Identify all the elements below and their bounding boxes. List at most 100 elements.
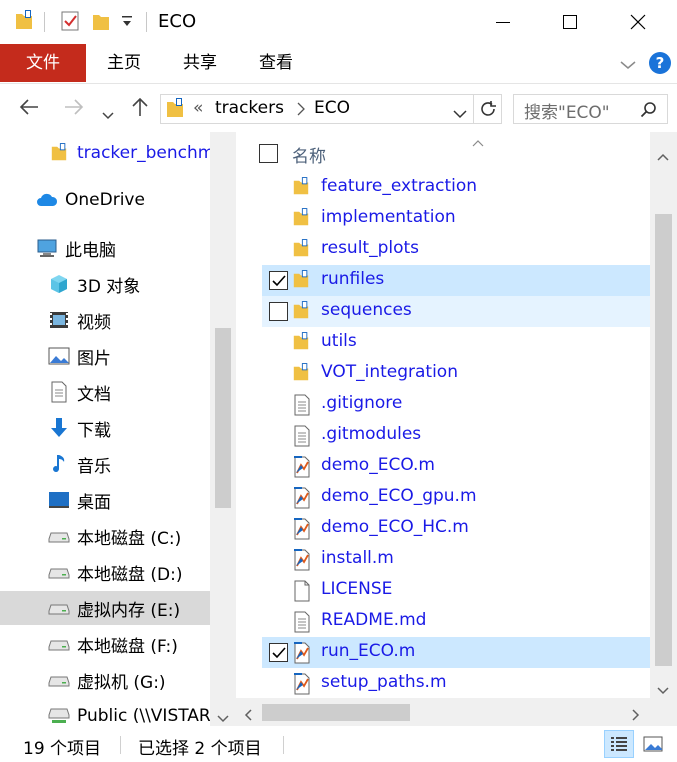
nav-item-桌面[interactable]: 桌面 [0, 483, 210, 517]
navigation-pane: tracker_benchmark OneDrive 此电脑 3D 对象视频图片文档下… [0, 132, 236, 728]
row-checkbox[interactable] [269, 271, 288, 290]
file-icon [292, 580, 312, 602]
new-folder-icon[interactable] [92, 10, 110, 32]
search-input[interactable]: 搜索"ECO" [513, 94, 668, 124]
row-checkbox[interactable] [269, 643, 288, 662]
scroll-up-icon[interactable] [657, 146, 669, 165]
nav-item-图片[interactable]: 图片 [0, 339, 210, 373]
nav-item-tracker-benchmark[interactable]: tracker_benchmark [0, 136, 210, 170]
file-row[interactable]: feature_extraction [262, 172, 650, 203]
file-row[interactable]: .gitignore [262, 389, 650, 420]
selected-count: 已选择 2 个项目 [138, 739, 262, 759]
address-bar[interactable]: « trackers ECO [160, 94, 502, 124]
nav-item-label: tracker_benchmark [77, 143, 210, 163]
file-row[interactable]: LICENSE [262, 575, 650, 606]
nav-item-label: 虚拟机 (G:) [77, 672, 166, 693]
recent-locations-button[interactable] [102, 102, 114, 126]
file-row[interactable]: result_plots [262, 234, 650, 265]
address-dropdown-icon[interactable] [453, 104, 467, 123]
forward-button[interactable] [63, 96, 85, 123]
nav-scrollbar-thumb[interactable] [215, 328, 231, 508]
file-icon [292, 425, 312, 447]
file-row[interactable]: demo_ECO_HC.m [262, 513, 650, 544]
maximize-icon [563, 15, 577, 29]
refresh-icon[interactable] [479, 99, 497, 123]
tab-share[interactable]: 共享 [170, 44, 230, 82]
drive-icon [48, 633, 70, 655]
file-name: .gitmodules [321, 424, 422, 444]
file-row[interactable]: runfiles [262, 265, 650, 296]
file-row[interactable]: .gitmodules [262, 420, 650, 451]
nav-item-本地磁盘-d[interactable]: 本地磁盘 (D:) [0, 555, 210, 589]
scroll-right-icon[interactable] [632, 706, 640, 725]
scroll-left-icon[interactable] [244, 706, 252, 725]
select-all-checkbox[interactable] [259, 144, 278, 163]
large-icons-view-icon [643, 736, 663, 752]
nav-item-public-vistar[interactable]: Public (\\VISTAR [0, 699, 210, 728]
nav-item-本地磁盘-f[interactable]: 本地磁盘 (F:) [0, 627, 210, 661]
file-name: sequences [321, 300, 412, 320]
nav-item-音乐[interactable]: 音乐 [0, 447, 210, 481]
file-row[interactable]: demo_ECO.m [262, 451, 650, 482]
back-button[interactable] [18, 96, 40, 123]
row-checkbox[interactable] [269, 302, 288, 321]
nav-item-本地磁盘-c[interactable]: 本地磁盘 (C:) [0, 519, 210, 553]
file-row[interactable]: demo_ECO_gpu.m [262, 482, 650, 513]
breadcrumb-trackers[interactable]: trackers [215, 98, 284, 118]
tab-file[interactable]: 文件 [0, 44, 86, 82]
help-icon[interactable]: ? [649, 52, 671, 74]
vertical-scrollbar[interactable] [650, 132, 677, 698]
file-row[interactable]: run_ECO.m [262, 637, 650, 668]
nav-item-onedrive[interactable]: OneDrive [0, 183, 210, 217]
breadcrumb-overflow[interactable]: « [193, 98, 203, 118]
folder-icon [292, 270, 312, 292]
breadcrumb-separator-icon[interactable] [297, 101, 305, 120]
drive-icon [48, 597, 70, 619]
expand-ribbon-icon[interactable] [619, 56, 637, 75]
file-row[interactable]: VOT_integration [262, 358, 650, 389]
nav-scrollbar[interactable] [210, 132, 236, 728]
minimize-button[interactable] [480, 0, 526, 44]
search-icon[interactable] [640, 101, 658, 123]
column-header-name[interactable]: 名称 [244, 142, 650, 168]
scroll-down-icon[interactable] [657, 680, 669, 699]
file-row[interactable]: install.m [262, 544, 650, 575]
details-view-button[interactable] [604, 730, 634, 758]
file-name: demo_ECO_gpu.m [321, 486, 477, 506]
nav-item-虚拟内存-e[interactable]: 虚拟内存 (E:) [0, 591, 210, 625]
folder-icon [165, 98, 185, 124]
folder-icon [292, 239, 312, 261]
file-row[interactable]: README.md [262, 606, 650, 637]
nav-item-3d-对象[interactable]: 3D 对象 [0, 267, 210, 301]
maximize-button[interactable] [547, 0, 593, 44]
quick-access-dropdown-icon[interactable] [121, 14, 133, 28]
file-row[interactable]: utils [262, 327, 650, 358]
chevron-down-icon [102, 112, 114, 120]
nav-item-下载[interactable]: 下载 [0, 411, 210, 445]
large-icons-view-button[interactable] [638, 730, 668, 758]
nav-item-label: 虚拟内存 (E:) [77, 600, 181, 621]
tab-view[interactable]: 查看 [246, 44, 306, 82]
horizontal-scrollbar-thumb[interactable] [262, 704, 410, 721]
nav-item-视频[interactable]: 视频 [0, 303, 210, 337]
file-row[interactable]: implementation [262, 203, 650, 234]
nav-scroll-down-icon[interactable] [217, 708, 229, 727]
breadcrumb-eco[interactable]: ECO [314, 98, 350, 118]
nav-item-label: 本地磁盘 (D:) [77, 564, 183, 585]
folder-icon [292, 177, 312, 199]
file-row[interactable]: setup_paths.m [262, 668, 650, 698]
nav-item-此电脑[interactable]: 此电脑 [0, 231, 210, 265]
nav-item-虚拟机-g[interactable]: 虚拟机 (G:) [0, 663, 210, 697]
toolbar-divider [44, 12, 45, 32]
nav-item-文档[interactable]: 文档 [0, 375, 210, 409]
vertical-scrollbar-thumb[interactable] [655, 214, 672, 666]
file-name: demo_ECO.m [321, 455, 435, 475]
horizontal-scrollbar[interactable] [236, 698, 650, 726]
properties-icon[interactable] [60, 10, 80, 32]
file-row[interactable]: sequences [262, 296, 650, 327]
tab-home[interactable]: 主页 [94, 44, 154, 82]
cloud-icon [36, 189, 58, 211]
window-title: ECO [158, 11, 197, 32]
close-button[interactable] [615, 0, 661, 44]
up-button[interactable] [130, 96, 150, 123]
